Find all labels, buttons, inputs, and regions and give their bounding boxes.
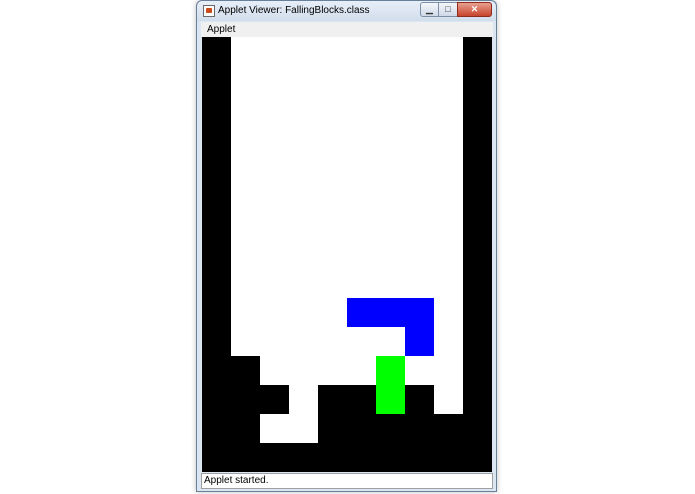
falling-piece-green <box>376 385 405 414</box>
settled-block <box>405 385 434 414</box>
settled-block <box>202 124 231 153</box>
falling-piece-green <box>376 356 405 385</box>
minimize-button[interactable]: ▁ <box>420 2 439 17</box>
settled-block <box>260 443 289 472</box>
settled-block <box>463 153 492 182</box>
settled-block <box>202 443 231 472</box>
settled-block <box>289 443 318 472</box>
settled-block <box>231 414 260 443</box>
settled-block <box>202 385 231 414</box>
settled-block <box>202 327 231 356</box>
settled-block <box>202 356 231 385</box>
settled-block <box>463 385 492 414</box>
status-bar: Applet started. <box>201 473 493 489</box>
settled-block <box>463 95 492 124</box>
window-title: Applet Viewer: FallingBlocks.class <box>218 5 370 16</box>
falling-piece-blue <box>405 327 434 356</box>
falling-piece-blue <box>376 298 405 327</box>
game-board[interactable] <box>202 37 492 472</box>
settled-block <box>202 37 231 66</box>
settled-block <box>202 153 231 182</box>
settled-block <box>231 443 260 472</box>
title-bar[interactable]: Applet Viewer: FallingBlocks.class ▁ □ ✕ <box>197 1 496 21</box>
settled-block <box>202 182 231 211</box>
settled-block <box>463 269 492 298</box>
menu-applet[interactable]: Applet <box>207 24 235 35</box>
settled-block <box>434 443 463 472</box>
settled-block <box>405 443 434 472</box>
settled-block <box>463 37 492 66</box>
settled-block <box>202 298 231 327</box>
status-text: Applet started. <box>204 475 269 486</box>
falling-piece-blue <box>405 298 434 327</box>
java-app-icon[interactable] <box>203 5 215 17</box>
settled-block <box>463 182 492 211</box>
settled-block <box>405 414 434 443</box>
minimize-icon: ▁ <box>426 4 433 14</box>
menu-bar: Applet <box>201 22 493 38</box>
settled-block <box>202 269 231 298</box>
settled-block <box>318 414 347 443</box>
settled-block <box>202 95 231 124</box>
settled-block <box>463 298 492 327</box>
settled-block <box>463 443 492 472</box>
settled-block <box>463 356 492 385</box>
maximize-icon: □ <box>445 4 451 14</box>
settled-block <box>318 443 347 472</box>
settled-block <box>434 414 463 443</box>
applet-viewer-window: Applet Viewer: FallingBlocks.class ▁ □ ✕… <box>196 0 497 492</box>
settled-block <box>463 240 492 269</box>
settled-block <box>202 414 231 443</box>
settled-block <box>202 240 231 269</box>
settled-block <box>463 211 492 240</box>
settled-block <box>347 385 376 414</box>
settled-block <box>202 66 231 95</box>
settled-block <box>347 414 376 443</box>
settled-block <box>231 385 260 414</box>
settled-block <box>463 414 492 443</box>
close-button[interactable]: ✕ <box>457 2 492 17</box>
settled-block <box>318 385 347 414</box>
settled-block <box>463 66 492 95</box>
settled-block <box>231 356 260 385</box>
maximize-button[interactable]: □ <box>439 2 457 17</box>
falling-piece-blue <box>347 298 376 327</box>
settled-block <box>202 211 231 240</box>
close-icon: ✕ <box>470 4 479 14</box>
settled-block <box>463 124 492 153</box>
settled-block <box>376 443 405 472</box>
settled-block <box>347 443 376 472</box>
settled-block <box>463 327 492 356</box>
settled-block <box>376 414 405 443</box>
settled-block <box>260 385 289 414</box>
